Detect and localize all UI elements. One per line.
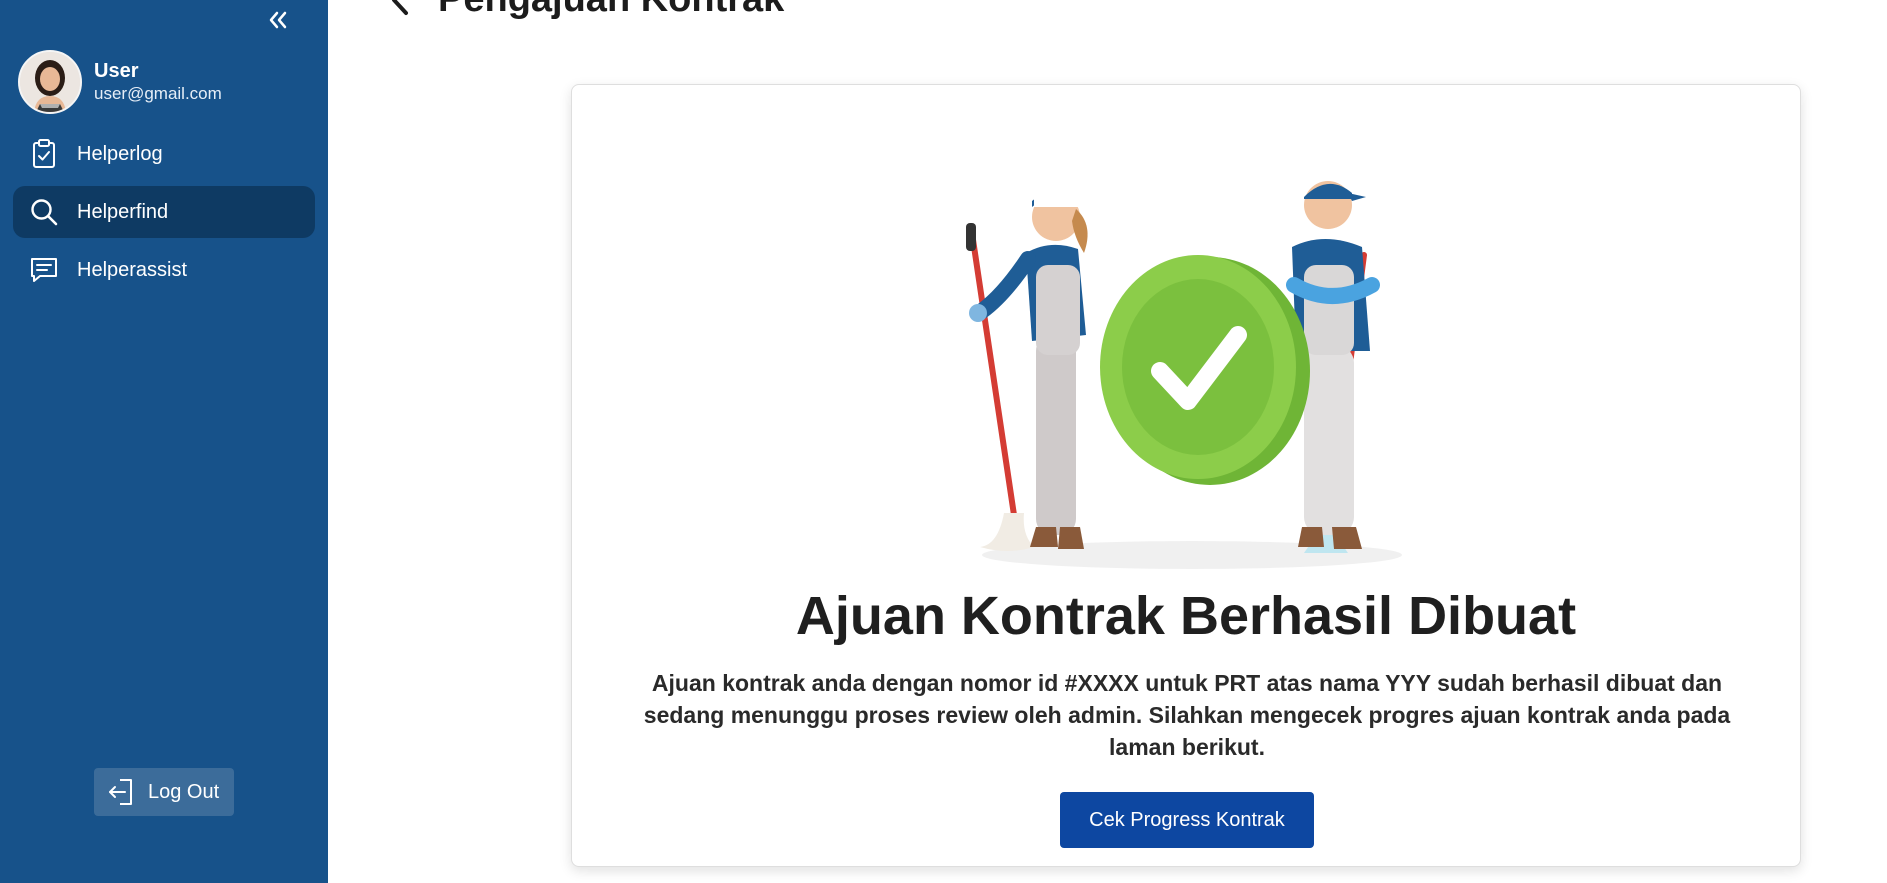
- sidebar-item-helperfind[interactable]: Helperfind: [13, 186, 315, 238]
- collapse-sidebar-button[interactable]: [266, 8, 290, 32]
- logout-button[interactable]: Log Out: [94, 768, 234, 816]
- user-email: user@gmail.com: [94, 84, 222, 103]
- success-illustration: [952, 135, 1432, 575]
- page-header: Pengajuan Kontrak: [388, 0, 784, 21]
- success-title: Ajuan Kontrak Berhasil Dibuat: [795, 586, 1577, 646]
- check-progress-button[interactable]: Cek Progress Kontrak: [1060, 792, 1314, 848]
- sidebar-item-label: Helperfind: [77, 200, 169, 223]
- avatar: [18, 50, 82, 114]
- check-badge: [1100, 255, 1310, 485]
- success-card: Ajuan Kontrak Berhasil Dibuat Ajuan kont…: [571, 84, 1801, 867]
- double-chevron-left-icon: [269, 11, 287, 29]
- clipboard-check-icon: [29, 139, 59, 169]
- user-profile[interactable]: User user@gmail.com: [18, 50, 222, 114]
- logout-label: Log Out: [148, 780, 220, 803]
- back-button[interactable]: [388, 0, 418, 20]
- female-cleaner-figure: [966, 187, 1088, 551]
- logout-icon: [106, 777, 136, 807]
- search-icon: [29, 197, 59, 227]
- sidebar-nav: Helperlog Helperfind Helperassist: [13, 128, 315, 302]
- success-description: Ajuan kontrak anda dengan nomor id #XXXX…: [643, 670, 1731, 760]
- chat-icon: [29, 255, 59, 285]
- sidebar-item-label: Helperassist: [77, 258, 188, 281]
- sidebar-item-label: Helperlog: [77, 142, 163, 165]
- sidebar: User user@gmail.com Helperlog Helperfind…: [0, 0, 328, 883]
- page-title: Pengajuan Kontrak: [438, 0, 784, 21]
- sidebar-item-helperassist[interactable]: Helperassist: [13, 244, 315, 296]
- sidebar-item-helperlog[interactable]: Helperlog: [13, 128, 315, 180]
- chevron-left-icon: [392, 0, 408, 15]
- user-name: User: [94, 60, 139, 82]
